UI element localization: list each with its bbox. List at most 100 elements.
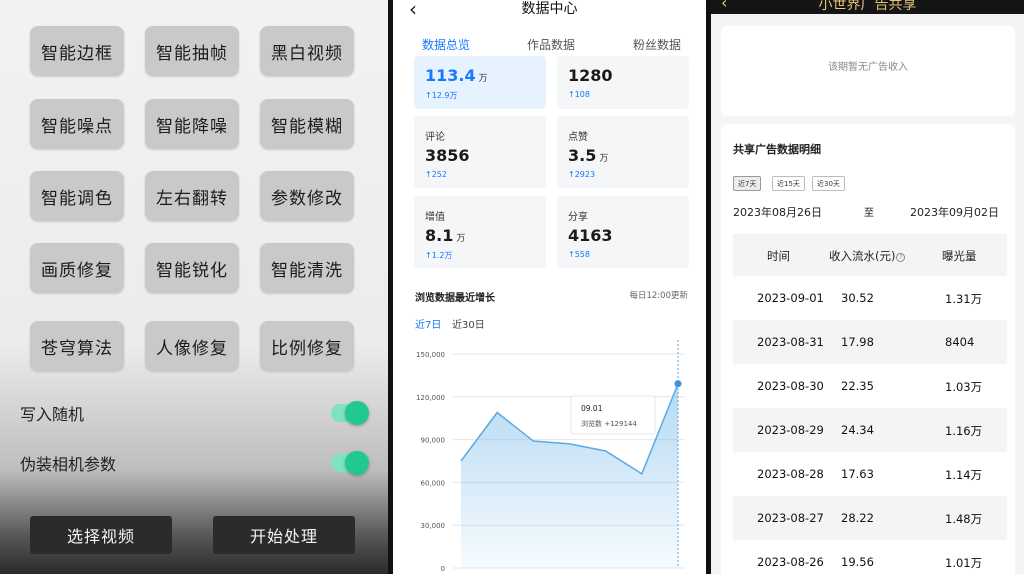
stat-value: 1280 <box>568 66 613 85</box>
table-cell: 2023-08-27 <box>757 511 824 525</box>
page-title: 小世界广告共享 <box>818 0 917 13</box>
stat-value: 3856 <box>425 146 470 165</box>
period-15-days[interactable]: 近15天 <box>772 176 805 191</box>
table-row: 2023-08-28 17.63 1.14万 <box>733 452 1007 496</box>
section-title: 浏览数据最近增长 <box>415 293 495 304</box>
top-bar: ‹ 小世界广告共享 <box>711 0 1024 14</box>
table-cell: 1.16万 <box>945 424 983 438</box>
y-tick-label: 90,000 <box>421 437 446 445</box>
tab-works[interactable]: 作品数据 <box>527 36 575 53</box>
period-30-days[interactable]: 近30天 <box>812 176 845 191</box>
table-cell: 2023-08-28 <box>757 467 824 481</box>
toggle-knob <box>345 401 369 425</box>
toggle-row-fake-camera: 伪装相机参数 <box>20 448 369 478</box>
table-cell: 22.35 <box>841 379 874 393</box>
effect-button[interactable]: 黑白视频 <box>260 26 354 76</box>
data-point <box>674 380 682 388</box>
effect-button[interactable]: 智能清洗 <box>260 243 354 293</box>
column-header: 收入流水(元)? <box>829 248 906 264</box>
date-from[interactable]: 2023年08月26日 <box>733 204 822 220</box>
table-cell: 2023-08-29 <box>757 423 824 437</box>
effect-button[interactable]: 智能降噪 <box>145 99 239 149</box>
toggle-row-random-write: 写入随机 <box>20 398 369 428</box>
stat-change: ↑252 <box>425 170 447 179</box>
period-7-days[interactable]: 近7天 <box>733 176 762 191</box>
fake-camera-toggle[interactable] <box>331 451 369 475</box>
stat-value: 4163 <box>568 226 613 245</box>
stat-change: ↑558 <box>568 250 590 259</box>
effect-button[interactable]: 参数修改 <box>260 171 354 221</box>
effect-button[interactable]: 比例修复 <box>260 321 354 371</box>
stat-change: ↑2923 <box>568 170 596 179</box>
stat-change: ↑108 <box>568 90 590 99</box>
stat-card-likes[interactable]: 点赞 3.5 万 ↑2923 <box>557 116 689 188</box>
table-row: 2023-09-01 30.52 1.31万 <box>733 276 1007 320</box>
range-30-days[interactable]: 近30日 <box>452 316 485 331</box>
table-cell: 1.14万 <box>945 468 983 482</box>
range-7-days[interactable]: 近7日 <box>415 316 441 331</box>
stat-change: ↑1.2万 <box>425 251 453 260</box>
stat-label: 评论 <box>425 132 445 143</box>
table-cell: 17.98 <box>841 335 874 349</box>
toggle-label: 伪装相机参数 <box>20 455 117 474</box>
tooltip <box>570 395 656 435</box>
column-header: 时间 <box>767 249 790 263</box>
stat-card-shares[interactable]: 分享 4163 ↑558 <box>557 196 689 268</box>
select-video-button[interactable]: 选择视频 <box>30 516 172 554</box>
views-growth-chart: 150,000 120,000 90,000 60,000 30,000 0 09.01 浏览… <box>416 340 685 573</box>
tooltip-date: 09.01 <box>581 404 603 413</box>
stat-value: 3.5 万 <box>568 146 609 165</box>
stat-card-2[interactable]: 1280 ↑108 <box>557 56 689 109</box>
table-cell: 24.34 <box>841 423 874 437</box>
effect-button[interactable]: 智能锐化 <box>145 243 239 293</box>
stat-card-growth[interactable]: 增值 8.1 万 ↑1.2万 <box>414 196 546 268</box>
toggle-knob <box>345 451 369 475</box>
ad-share-panel: ‹ 小世界广告共享 该期暂无广告收入 共享广告数据明细 近7天 近15天 近30… <box>711 0 1024 574</box>
table-cell: 2023-08-30 <box>757 379 824 393</box>
table-cell: 1.01万 <box>945 556 983 570</box>
header: ‹ 数据中心 <box>393 0 706 21</box>
y-tick-label: 150,000 <box>416 351 445 359</box>
stat-label: 分享 <box>568 212 588 223</box>
date-to[interactable]: 2023年09月02日 <box>910 204 999 220</box>
ad-detail-card: 共享广告数据明细 近7天 近15天 近30天 2023年08月26日 至 202… <box>721 124 1015 574</box>
update-note: 每日12:00更新 <box>629 291 689 301</box>
info-icon[interactable]: ? <box>896 253 906 262</box>
effect-button[interactable]: 左右翻转 <box>145 171 239 221</box>
table-cell: 30.52 <box>841 291 874 305</box>
effect-button[interactable]: 智能模糊 <box>260 99 354 149</box>
effect-button[interactable]: 智能抽帧 <box>145 26 239 76</box>
effect-button[interactable]: 智能边框 <box>30 26 124 76</box>
table-cell: 8404 <box>945 335 975 349</box>
video-processing-panel: 智能边框 智能抽帧 黑白视频智能噪点 智能降噪 智能模糊智能调色 左右翻转 参数修改画质修复… <box>0 0 388 574</box>
ad-income-card: 该期暂无广告收入 <box>721 26 1015 116</box>
table-cell: 2023-08-26 <box>757 555 824 569</box>
stat-card-comments[interactable]: 评论 3856 ↑252 <box>414 116 546 188</box>
table-cell: 28.22 <box>841 511 874 525</box>
data-center-panel: ‹ 数据中心 数据总览 作品数据 粉丝数据 113.4 万 ↑12.9万 1280… <box>393 0 706 574</box>
stat-label: 增值 <box>425 212 445 223</box>
table-cell: 2023-08-31 <box>757 335 824 349</box>
column-header: 曝光量 <box>942 249 977 263</box>
effect-button[interactable]: 画质修复 <box>30 243 124 293</box>
tab-fans[interactable]: 粉丝数据 <box>633 36 681 53</box>
y-tick-label: 30,000 <box>421 522 446 530</box>
table-cell: 19.56 <box>841 555 874 569</box>
table-row: 2023-08-27 28.22 1.48万 <box>733 496 1007 540</box>
random-write-toggle[interactable] <box>331 401 369 425</box>
table-header: 时间 收入流水(元)? 曝光量 <box>733 234 1007 276</box>
effect-button[interactable]: 智能噪点 <box>30 99 124 149</box>
start-process-button[interactable]: 开始处理 <box>213 516 355 554</box>
stat-card-views[interactable]: 113.4 万 ↑12.9万 <box>414 56 546 109</box>
table-row: 2023-08-29 24.34 1.16万 <box>733 408 1007 452</box>
table-cell: 1.31万 <box>945 292 983 306</box>
tab-overview[interactable]: 数据总览 <box>422 36 470 53</box>
stat-change: ↑12.9万 <box>425 91 458 100</box>
effect-button[interactable]: 苍穹算法 <box>30 321 124 371</box>
effect-button[interactable]: 人像修复 <box>145 321 239 371</box>
stat-value: 113.4 万 <box>425 66 488 85</box>
stat-label: 点赞 <box>568 132 588 143</box>
effect-button[interactable]: 智能调色 <box>30 171 124 221</box>
y-tick-label: 60,000 <box>421 479 446 487</box>
page-title: 数据中心 <box>521 1 578 17</box>
